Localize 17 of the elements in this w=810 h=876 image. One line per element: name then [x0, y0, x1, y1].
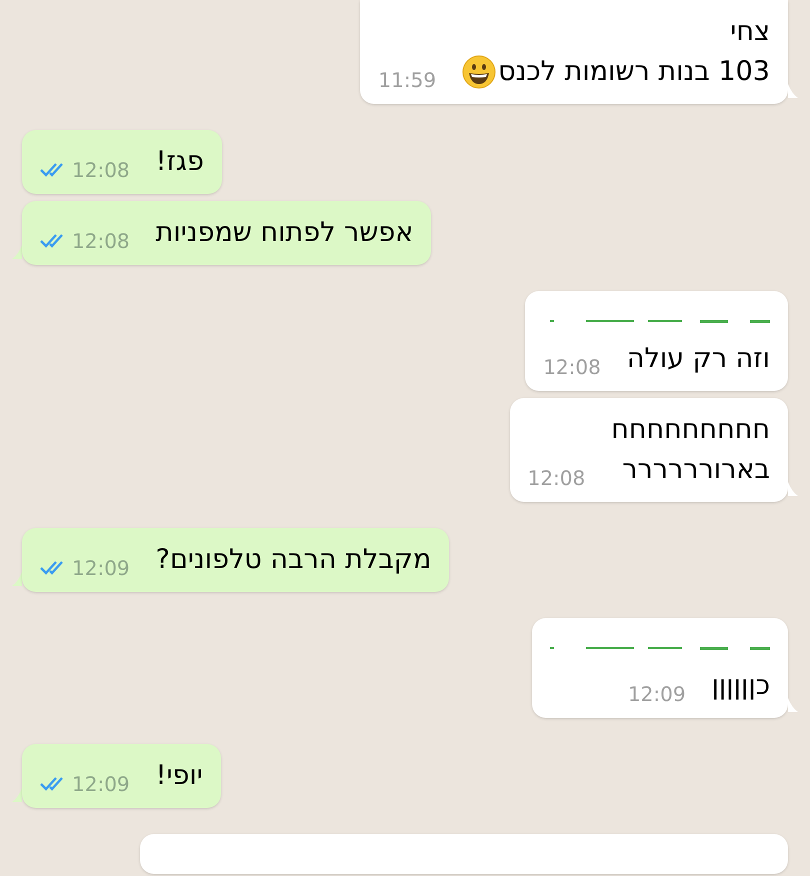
message-time: 12:08 — [72, 228, 130, 255]
message-time: 12:09 — [72, 555, 130, 582]
message-text: מקבלת הרבה טלפונים? — [156, 543, 432, 577]
message-text: יופי! — [156, 759, 203, 793]
message-text: אפשר לפתוח שמפניות — [156, 216, 414, 250]
sender-name: צחי — [729, 15, 770, 49]
message-time: 12:09 — [628, 681, 686, 708]
message-time: 11:59 — [378, 67, 436, 94]
message-text: פגז! — [156, 145, 204, 179]
message-text: חחחחחחחחח בארורררררר — [611, 413, 770, 487]
message-time: 12:08 — [543, 354, 601, 381]
message-text: 103 בנות רשומות לכנס — [498, 55, 770, 89]
message-text: כןןןןןן — [712, 669, 770, 703]
message-time: 12:08 — [528, 465, 586, 492]
message-time: 12:09 — [72, 771, 130, 798]
message-text: וזה רק עולה — [626, 342, 770, 376]
message-time: 12:08 — [72, 157, 130, 184]
